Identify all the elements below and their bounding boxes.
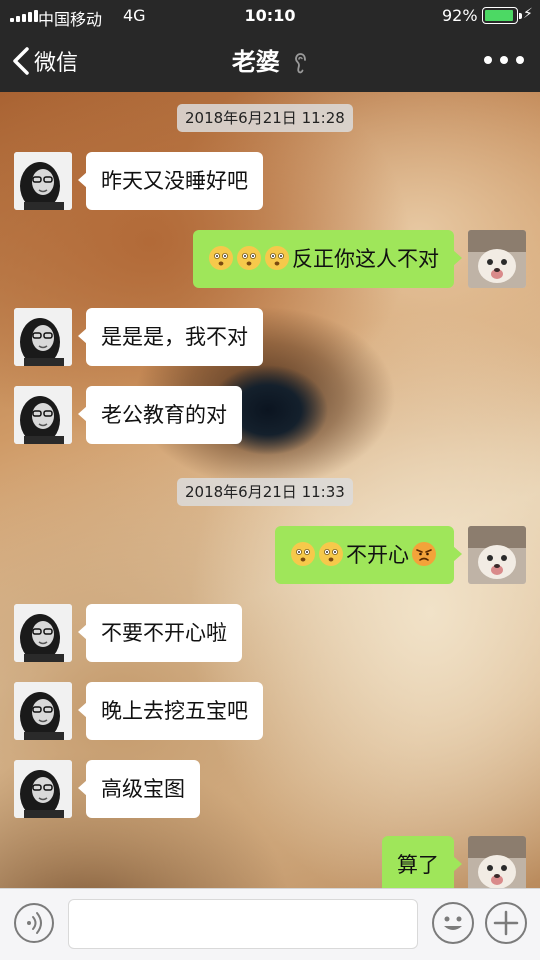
timestamp: 2018年6月21日 11:33 xyxy=(177,478,353,506)
message-text: 是是是，我不对 xyxy=(101,325,248,349)
message-text: 不要不开心啦 xyxy=(101,621,227,645)
more-dot xyxy=(484,56,492,64)
message-row: 高级宝图 xyxy=(0,760,540,818)
battery-fill xyxy=(485,10,513,21)
chat-area[interactable]: 2018年6月21日 11:28 昨天又没睡好吧 反正你这人不对 是是是，我不对… xyxy=(0,92,540,894)
more-functions-button[interactable] xyxy=(485,902,527,944)
message-bubble[interactable]: 老公教育的对 xyxy=(78,386,242,444)
message-text: 高级宝图 xyxy=(101,777,185,801)
message-row: 不要不开心啦 xyxy=(0,604,540,662)
ear-icon xyxy=(295,53,307,74)
avatar[interactable] xyxy=(14,604,72,662)
avatar[interactable] xyxy=(468,526,526,584)
message-bubble[interactable]: 算了 xyxy=(382,836,462,894)
message-text: 老公教育的对 xyxy=(101,403,227,427)
avatar[interactable] xyxy=(14,386,72,444)
message-row: 晚上去挖五宝吧 xyxy=(0,682,540,740)
avatar[interactable] xyxy=(14,152,72,210)
contact-name: 老婆 xyxy=(231,48,280,76)
flushed-emoji-icon xyxy=(291,542,315,566)
message-bubble[interactable]: 高级宝图 xyxy=(78,760,200,818)
charging-icon: ⚡ xyxy=(523,6,533,22)
status-bar: 中国移动 4G 10:10 92% ⚡ xyxy=(0,0,540,32)
angry-emoji-icon xyxy=(412,542,436,566)
message-bubble[interactable]: 不要不开心啦 xyxy=(78,604,242,662)
battery-percent: 92% xyxy=(442,6,478,25)
flushed-emoji-icon xyxy=(209,246,233,270)
avatar[interactable] xyxy=(14,682,72,740)
message-row: 反正你这人不对 xyxy=(0,230,540,288)
input-bar xyxy=(0,888,540,960)
message-row: 昨天又没睡好吧 xyxy=(0,152,540,210)
avatar[interactable] xyxy=(14,308,72,366)
message-text: 不开心 xyxy=(346,543,409,567)
voice-button[interactable] xyxy=(14,903,54,943)
voice-icon xyxy=(27,912,42,934)
plus-icon xyxy=(493,910,519,936)
message-row: 不开心 xyxy=(0,526,540,584)
timestamp: 2018年6月21日 11:28 xyxy=(177,104,353,132)
more-dot xyxy=(516,56,524,64)
message-bubble[interactable]: 昨天又没睡好吧 xyxy=(78,152,263,210)
top-bar: 中国移动 4G 10:10 92% ⚡ 微信 老婆 xyxy=(0,0,540,92)
message-text: 算了 xyxy=(397,853,439,877)
message-text: 反正你这人不对 xyxy=(292,247,439,271)
more-button[interactable] xyxy=(484,46,524,74)
message-row: 老公教育的对 xyxy=(0,386,540,444)
message-bubble[interactable]: 是是是，我不对 xyxy=(78,308,263,366)
flushed-emoji-icon xyxy=(319,542,343,566)
message-text: 晚上去挖五宝吧 xyxy=(101,699,248,723)
emoji-button[interactable] xyxy=(432,902,474,944)
message-row: 是是是，我不对 xyxy=(0,308,540,366)
message-bubble[interactable]: 反正你这人不对 xyxy=(193,230,462,288)
avatar[interactable] xyxy=(14,760,72,818)
message-text: 昨天又没睡好吧 xyxy=(101,169,248,193)
avatar[interactable] xyxy=(468,230,526,288)
message-bubble[interactable]: 不开心 xyxy=(275,526,462,584)
more-dot xyxy=(500,56,508,64)
message-input[interactable] xyxy=(68,899,418,949)
flushed-emoji-icon xyxy=(265,246,289,270)
message-bubble[interactable]: 晚上去挖五宝吧 xyxy=(78,682,263,740)
emoji-icon xyxy=(444,916,462,930)
chat-title: 老婆 xyxy=(0,42,540,77)
nav-bar: 微信 老婆 xyxy=(0,32,540,92)
battery-icon xyxy=(482,7,522,24)
message-row: 算了 xyxy=(0,836,540,894)
flushed-emoji-icon xyxy=(237,246,261,270)
avatar[interactable] xyxy=(468,836,526,894)
